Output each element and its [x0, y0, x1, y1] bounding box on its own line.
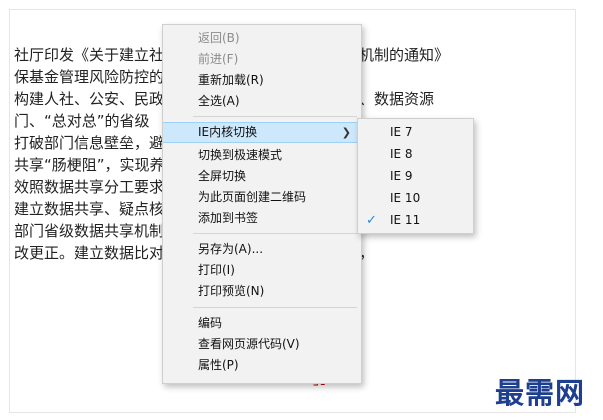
menu-item-save-as[interactable]: 另存为(A)... [163, 239, 361, 260]
chevron-right-icon: ❯ [341, 126, 351, 139]
menu-item-add-bookmark[interactable]: 添加到书签 [163, 208, 361, 229]
menu-item-select-all[interactable]: 全选(A) [163, 91, 361, 112]
menu-item-create-qrcode[interactable]: 为此页面创建二维码 [163, 187, 361, 208]
submenu-item-ie11[interactable]: ✓ IE 11 [358, 210, 473, 231]
browser-page: 社厅印发《关于建立社会保险基金数据共享比对工作机制的通知》 保基金管理风险防控的… [0, 0, 603, 420]
menu-item-properties[interactable]: 属性(P) [163, 355, 361, 376]
menu-item-label: 添加到书签 [198, 211, 259, 225]
menu-item-label: 切换到极速模式 [198, 148, 283, 162]
submenu-item-label: IE 9 [390, 169, 413, 183]
menu-item-label: 前进(F) [198, 52, 239, 66]
menu-item-label: 查看网页源代码(V) [198, 337, 300, 351]
watermark-logo: 最需网 [494, 376, 585, 410]
menu-item-encoding[interactable]: 编码 [163, 313, 361, 334]
checkmark-icon: ✓ [366, 213, 377, 228]
submenu-item-label: IE 10 [390, 191, 421, 205]
menu-item-fullscreen[interactable]: 全屏切换 [163, 166, 361, 187]
menu-item-forward[interactable]: 前进(F) [163, 49, 361, 70]
menu-item-print-preview[interactable]: 打印预览(N) [163, 281, 361, 302]
menu-separator [193, 233, 357, 234]
menu-item-label: 属性(P) [198, 358, 239, 372]
context-menu: 返回(B) 前进(F) 重新加载(R) 全选(A) IE内核切换 ❯ 切换到极速… [162, 24, 362, 384]
menu-item-label: 编码 [198, 316, 223, 330]
submenu-item-ie9[interactable]: IE 9 [358, 166, 473, 187]
submenu-item-label: IE 7 [390, 125, 413, 139]
menu-item-ie-kernel-switch[interactable]: IE内核切换 ❯ [163, 122, 361, 143]
menu-item-label: 全屏切换 [198, 169, 247, 183]
menu-item-view-source[interactable]: 查看网页源代码(V) [163, 334, 361, 355]
submenu-item-ie10[interactable]: IE 10 [358, 188, 473, 209]
menu-item-reload[interactable]: 重新加载(R) [163, 70, 361, 91]
submenu-item-ie8[interactable]: IE 8 [358, 144, 473, 165]
menu-item-label: 全选(A) [198, 94, 240, 108]
menu-item-label: 打印预览(N) [198, 284, 265, 298]
menu-item-print[interactable]: 打印(I) [163, 260, 361, 281]
menu-item-speed-mode[interactable]: 切换到极速模式 [163, 145, 361, 166]
menu-separator [193, 116, 357, 117]
menu-item-back[interactable]: 返回(B) [163, 28, 361, 49]
submenu-item-label: IE 8 [390, 147, 413, 161]
menu-item-label: 为此页面创建二维码 [198, 190, 307, 204]
submenu-item-ie7[interactable]: IE 7 [358, 122, 473, 143]
menu-separator [193, 307, 357, 308]
menu-item-label: 重新加载(R) [198, 73, 264, 87]
article-line: 保基金管理风险防控的 [14, 68, 165, 86]
menu-item-label: 打印(I) [198, 263, 235, 277]
menu-item-label: 另存为(A)... [198, 242, 264, 256]
ie-version-submenu: IE 7 IE 8 IE 9 IE 10 ✓ IE 11 [357, 118, 474, 234]
submenu-item-label: IE 11 [390, 213, 421, 227]
menu-item-label: 返回(B) [198, 31, 240, 45]
article-line: 门、“总对总”的省级 [14, 112, 150, 130]
menu-item-label: IE内核切换 [198, 125, 258, 139]
